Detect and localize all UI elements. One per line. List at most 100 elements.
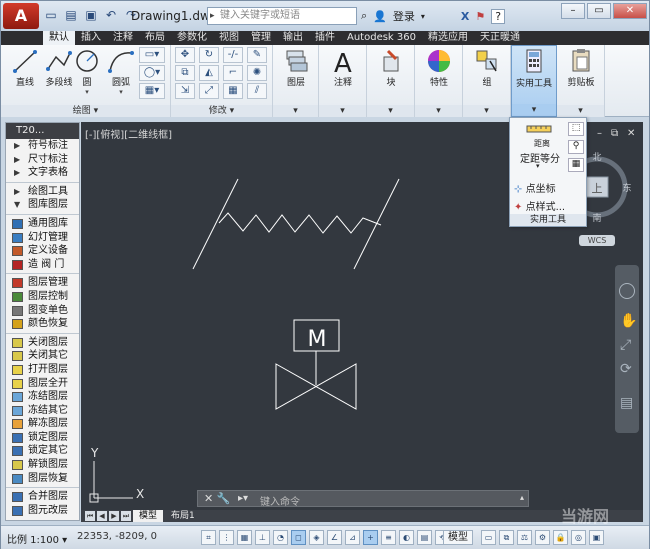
- palette-item[interactable]: 颜色恢复: [6, 317, 79, 331]
- palette-item[interactable]: 解冻图层: [6, 417, 79, 431]
- snap-mode-icon[interactable]: ⋮: [219, 530, 234, 545]
- viewcube-east-label[interactable]: 东: [622, 182, 631, 194]
- annotation-panel[interactable]: A 注释 ▾: [319, 45, 367, 117]
- dynamic-ucs-icon[interactable]: ⊿: [345, 530, 360, 545]
- point-style-button[interactable]: ✦ 点样式...: [514, 198, 565, 213]
- isolate-objects-icon[interactable]: ◎: [571, 530, 586, 545]
- palette-item[interactable]: 关闭其它: [6, 349, 79, 363]
- exchange-icon[interactable]: X: [461, 10, 469, 23]
- explode-icon[interactable]: ✺: [247, 65, 267, 81]
- new-file-icon[interactable]: ▭: [43, 7, 59, 23]
- dropdown-arrow-icon[interactable]: ▾: [421, 12, 425, 21]
- palette-item[interactable]: 关闭图层: [6, 336, 79, 350]
- previous-layout-icon[interactable]: ◀: [97, 511, 107, 521]
- pan-icon[interactable]: ✋: [620, 313, 637, 329]
- utilities-panel[interactable]: 实用工具 ▾: [511, 45, 557, 117]
- last-layout-icon[interactable]: ⏭: [121, 511, 131, 521]
- ortho-mode-icon[interactable]: ⊥: [255, 530, 270, 545]
- palette-item[interactable]: 图变单色: [6, 304, 79, 318]
- polar-tracking-icon[interactable]: ◔: [273, 530, 288, 545]
- annotation-scale-select[interactable]: 比例 1:100 ▾: [7, 531, 67, 546]
- palette-item[interactable]: ▶ 符号标注: [6, 139, 79, 153]
- trim-icon[interactable]: -/-: [223, 47, 243, 63]
- login-link[interactable]: 登录: [393, 8, 415, 24]
- measure-label[interactable]: 距离: [534, 138, 550, 149]
- select-similar-icon[interactable]: ⚲: [568, 140, 584, 154]
- divide-dropdown-icon[interactable]: ▾: [536, 162, 540, 170]
- tab-output[interactable]: 输出: [277, 31, 309, 45]
- dynamic-input-icon[interactable]: +: [363, 530, 378, 545]
- stretch-icon[interactable]: ⇲: [175, 83, 195, 99]
- sign-in-icon[interactable]: ⚑: [475, 10, 485, 23]
- close-button[interactable]: ✕: [613, 3, 647, 19]
- block-panel[interactable]: 块 ▾: [367, 45, 415, 117]
- annotation-panel-dropdown[interactable]: ▾: [319, 105, 366, 117]
- palette-item[interactable]: 锁定其它: [6, 444, 79, 458]
- palette-item[interactable]: 图层控制: [6, 290, 79, 304]
- workspace-switching-icon[interactable]: ⚙: [535, 530, 550, 545]
- lineweight-icon[interactable]: ≡: [381, 530, 396, 545]
- palette-item[interactable]: 图层恢复: [6, 472, 79, 486]
- copy-icon[interactable]: ⧉: [175, 65, 195, 81]
- expand-arrow-icon[interactable]: ▶: [14, 185, 20, 199]
- tab-layout1[interactable]: 布局1: [165, 510, 201, 522]
- divide-button[interactable]: 定距等分: [520, 150, 560, 165]
- move-icon[interactable]: ✥: [175, 47, 195, 63]
- palette-item[interactable]: 图层全开: [6, 377, 79, 391]
- rectangle-tool-button[interactable]: ▭▾: [139, 47, 165, 63]
- modify-panel-label[interactable]: 修改 ▾: [171, 105, 272, 117]
- tab-default[interactable]: 默认: [43, 31, 75, 45]
- palette-item[interactable]: 通用图库: [6, 217, 79, 231]
- quick-properties-icon[interactable]: ▤: [417, 530, 432, 545]
- ellipse-tool-button[interactable]: ◯▾: [139, 65, 165, 81]
- collapse-arrow-icon[interactable]: ▼: [14, 198, 20, 212]
- clipboard-panel-dropdown[interactable]: ▾: [557, 105, 604, 117]
- coordinate-readout[interactable]: 22353, -8209, 0: [77, 531, 157, 542]
- object-snap-tracking-icon[interactable]: ∠: [327, 530, 342, 545]
- layer-panel-dropdown[interactable]: ▾: [273, 105, 318, 117]
- tab-autodesk-360[interactable]: Autodesk 360: [341, 31, 422, 45]
- palette-item[interactable]: 解锁图层: [6, 458, 79, 472]
- command-line[interactable]: ✕ 🔧 ▸▾ 键入命令 ▴: [197, 490, 529, 508]
- 3d-object-snap-icon[interactable]: ◈: [309, 530, 324, 545]
- palette-item[interactable]: 定义设备: [6, 244, 79, 258]
- erase-icon[interactable]: ✎: [247, 47, 267, 63]
- infer-constraints-icon[interactable]: ⌗: [201, 530, 216, 545]
- wcs-menu-button[interactable]: WCS: [579, 235, 615, 246]
- minimize-button[interactable]: –: [561, 3, 585, 19]
- help-button[interactable]: ?: [491, 8, 506, 24]
- quick-view-layouts-icon[interactable]: ▭: [481, 530, 496, 545]
- binoculars-icon[interactable]: ⌕: [361, 9, 367, 23]
- rotate-icon[interactable]: ↻: [199, 47, 219, 63]
- save-icon[interactable]: ▣: [83, 7, 99, 23]
- orbit-icon[interactable]: ⟳: [620, 361, 632, 377]
- clipboard-panel[interactable]: 剪贴板 ▾: [557, 45, 605, 117]
- object-snap-icon[interactable]: ◻: [291, 530, 306, 545]
- arc-tool-button[interactable]: 圆弧 ▾: [101, 47, 141, 96]
- group-panel-dropdown[interactable]: ▾: [463, 105, 510, 117]
- scale-icon[interactable]: ⤢: [199, 83, 219, 99]
- fillet-icon[interactable]: ⌐: [223, 65, 243, 81]
- tab-view[interactable]: 视图: [213, 31, 245, 45]
- measure-distance-icon[interactable]: [526, 122, 552, 136]
- command-input[interactable]: 键入命令: [260, 493, 300, 508]
- showmotion-icon[interactable]: ▤: [620, 395, 633, 411]
- tab-featured-apps[interactable]: 精选应用: [422, 31, 474, 45]
- expand-arrow-icon[interactable]: ▶: [14, 139, 20, 153]
- annotation-visibility-icon[interactable]: ⚖: [517, 530, 532, 545]
- array-icon[interactable]: ▦: [223, 83, 243, 99]
- tab-manage[interactable]: 管理: [245, 31, 277, 45]
- palette-title[interactable]: T20...: [6, 123, 79, 139]
- steering-wheel-icon[interactable]: [619, 283, 635, 299]
- first-layout-icon[interactable]: ⏮: [85, 511, 95, 521]
- hatch-tool-button[interactable]: ▦▾: [139, 83, 165, 99]
- close-command-icon[interactable]: ✕ 🔧: [204, 492, 230, 505]
- palette-item[interactable]: 打开图层: [6, 363, 79, 377]
- draw-panel-label[interactable]: 绘图 ▾: [1, 105, 170, 117]
- palette-item[interactable]: 图元改层: [6, 504, 79, 518]
- properties-panel[interactable]: 特性 ▾: [415, 45, 463, 117]
- mirror-icon[interactable]: ◭: [199, 65, 219, 81]
- transparency-icon[interactable]: ◐: [399, 530, 414, 545]
- expand-arrow-icon[interactable]: ▶: [14, 166, 20, 180]
- palette-item[interactable]: 冻结其它: [6, 404, 79, 418]
